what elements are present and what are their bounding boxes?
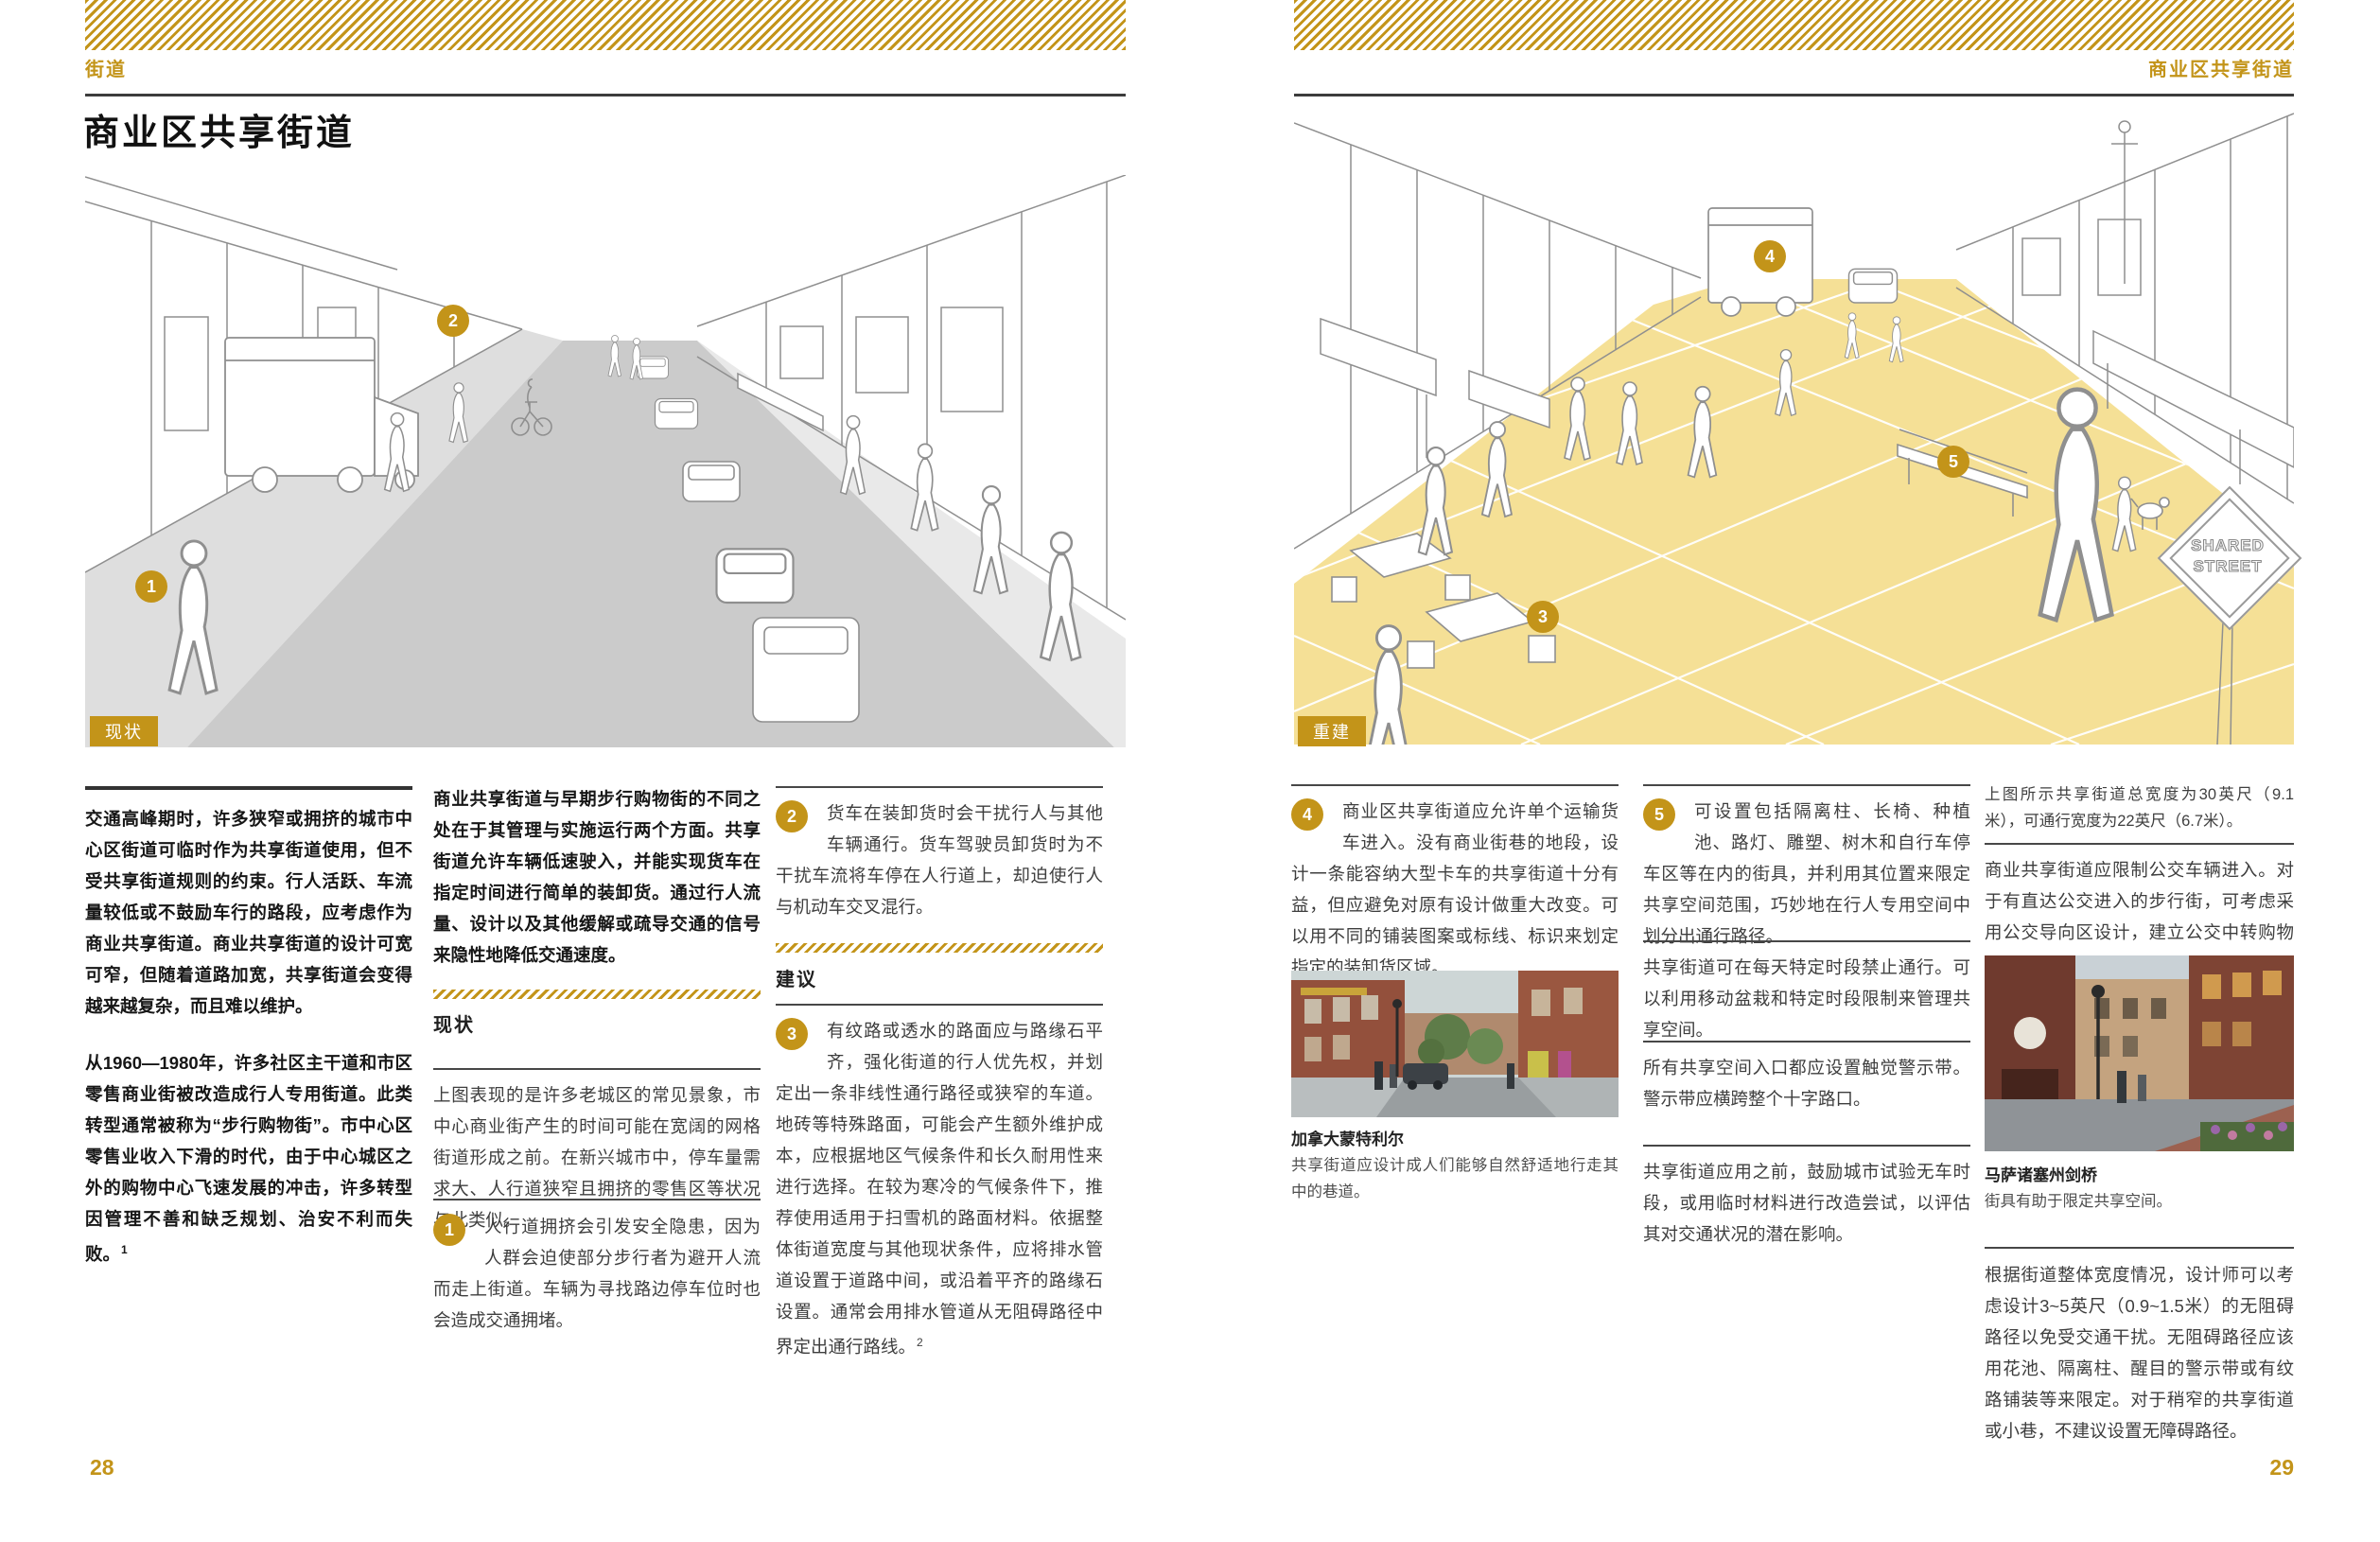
item-3-text: 有纹路或透水的路面应与路缘石平齐，强化街道的行人优先权，并划定出一条非线性通行路… — [776, 1015, 1103, 1362]
left-header-rule — [85, 94, 1126, 96]
figure-rebuilt-shared-street: 3 4 5 SHARED STREET 重建 — [1294, 106, 2294, 745]
rule — [776, 786, 1103, 788]
photo-montreal — [1291, 971, 1619, 1117]
rule — [1985, 843, 2294, 845]
rule — [433, 1199, 761, 1200]
left-running-header: 街道 — [85, 54, 127, 81]
callout-badge-1: 1 — [135, 570, 167, 603]
right-top-striped-band — [1294, 0, 2294, 50]
paragraph-tactile-warning: 所有共享空间入口都应设置触觉警示带。警示带应横跨整个十字路口。 — [1643, 1052, 1970, 1114]
section-heading-advice: 建议 — [776, 964, 817, 991]
intro-paragraph-2: 从1960—1980年，许多社区主干道和市区零售商业街被改造成行人专用街道。此类… — [85, 1047, 412, 1270]
right-running-header: 商业区共享街道 — [1294, 54, 2294, 81]
callout-badge-5: 5 — [1937, 446, 1969, 478]
sign-line-2: STREET — [2169, 556, 2286, 577]
footnote-2: 2 — [917, 1336, 923, 1349]
numbered-item-3: 3 有纹路或透水的路面应与路缘石平齐，强化街道的行人优先权，并划定出一条非线性通… — [776, 1015, 1103, 1362]
paragraph-accessible-path: 根据街道整体宽度情况，设计师可以考虑设计3~5英尺（0.9~1.5米）的无阻碍路… — [1985, 1259, 2294, 1446]
item-2-badge: 2 — [776, 800, 808, 832]
callout-badge-2: 2 — [437, 305, 469, 337]
item-5-badge: 5 — [1643, 798, 1675, 831]
existing-street-illustration — [85, 175, 1126, 747]
item-4-badge: 4 — [1291, 798, 1323, 831]
intro-paragraph-2-text: 从1960—1980年，许多社区主干道和市区零售商业街被改造成行人专用街道。此类… — [85, 1053, 412, 1264]
item-3-badge: 3 — [776, 1018, 808, 1050]
right-header-rule — [1294, 94, 2294, 96]
paragraph-pilot-test: 共享街道应用之前，鼓励城市试验无车时段，或用临时材料进行改造尝试，以评估其对交通… — [1643, 1156, 1970, 1250]
rule — [1643, 1041, 1970, 1043]
section-heading-status: 现状 — [433, 1009, 475, 1037]
numbered-item-5: 5 可设置包括隔离柱、长椅、种植池、路灯、雕塑、树木和自行车停车区等在内的街具，… — [1643, 796, 1970, 952]
item-5-text: 可设置包括隔离柱、长椅、种植池、路灯、雕塑、树木和自行车停车区等在内的街具，并利… — [1643, 796, 1970, 952]
book-spread: 街道 商业区共享街道 — [0, 0, 2380, 1542]
photo-cambridge-image — [1985, 955, 2294, 1151]
rule — [1985, 1247, 2294, 1249]
photo-montreal-caption: 共享街道应设计成人们能够自然舒适地行走其中的巷道。 — [1291, 1152, 1619, 1205]
paragraph-time-restriction: 共享街道可在每天特定时段禁止通行。可以利用移动盆栽和特定时段限制来管理共享空间。 — [1643, 952, 1970, 1045]
figure-label-existing: 现状 — [90, 716, 158, 746]
item-1-badge: 1 — [433, 1214, 465, 1246]
sign-line-1: SHARED — [2169, 535, 2286, 556]
photo-montreal-image — [1291, 971, 1619, 1117]
figure-label-rebuilt: 重建 — [1298, 716, 1366, 746]
item-1-text: 人行道拥挤会引发安全隐患，因为人群会迫使部分步行者为避开人流而走上街道。车辆为寻… — [433, 1211, 761, 1336]
page-number-right: 29 — [2199, 1455, 2294, 1481]
page-number-left: 28 — [90, 1455, 114, 1481]
left-intro-column: 交通高峰期时，许多狭窄或拥挤的城市中心区街道可临时作为共享街道使用，但不受共享街… — [85, 786, 412, 1270]
rule — [1643, 784, 1970, 786]
footnote-1: 1 — [121, 1243, 128, 1256]
rebuilt-street-illustration — [1294, 106, 2294, 745]
rule — [433, 1068, 761, 1070]
photo-montreal-title: 加拿大蒙特利尔 — [1291, 1126, 1404, 1149]
rule — [1643, 940, 1970, 942]
item-3-body: 有纹路或透水的路面应与路缘石平齐，强化街道的行人优先权，并划定出一条非线性通行路… — [776, 1021, 1103, 1357]
rule — [1291, 784, 1619, 786]
rule — [776, 1004, 1103, 1006]
callout-badge-4: 4 — [1754, 240, 1786, 272]
photo-cambridge — [1985, 955, 2294, 1151]
left-top-striped-band — [85, 0, 1126, 50]
section-divider-stripes — [776, 943, 1103, 953]
column2-intro: 商业共享街道与早期步行购物街的不同之处在于其管理与实施运行两个方面。共享街道允许… — [433, 783, 761, 971]
section-divider-stripes — [433, 990, 761, 999]
photo-cambridge-caption: 街具有助于限定共享空间。 — [1985, 1188, 2294, 1215]
item-4-text: 商业区共享街道应允许单个运输货车进入。没有商业街巷的地段，设计一条能容纳大型卡车… — [1291, 796, 1619, 983]
paragraph-width-note: 上图所示共享街道总宽度为30英尺（9.1米），可通行宽度为22英尺（6.7米）。 — [1985, 781, 2294, 834]
shared-street-sign-text: SHARED STREET — [2169, 535, 2286, 577]
figure-existing-conditions: 1 2 现状 — [85, 175, 1126, 747]
callout-badge-3: 3 — [1527, 601, 1559, 633]
intro-paragraph-1: 交通高峰期时，许多狭窄或拥挤的城市中心区街道可临时作为共享街道使用，但不受共享街… — [85, 803, 412, 1022]
page-title: 商业区共享街道 — [83, 103, 355, 155]
numbered-item-1: 1 人行道拥挤会引发安全隐患，因为人群会迫使部分步行者为避开人流而走上街道。车辆… — [433, 1211, 761, 1336]
photo-cambridge-title: 马萨诸塞州剑桥 — [1985, 1162, 2097, 1185]
numbered-item-2: 2 货车在装卸货时会干扰行人与其他车辆通行。货车驾驶员卸货时为不干扰车流将车停在… — [776, 797, 1103, 922]
item-2-text: 货车在装卸货时会干扰行人与其他车辆通行。货车驾驶员卸货时为不干扰车流将车停在人行… — [776, 797, 1103, 922]
numbered-item-4: 4 商业区共享街道应允许单个运输货车进入。没有商业街巷的地段，设计一条能容纳大型… — [1291, 796, 1619, 983]
rule — [1643, 1145, 1970, 1147]
